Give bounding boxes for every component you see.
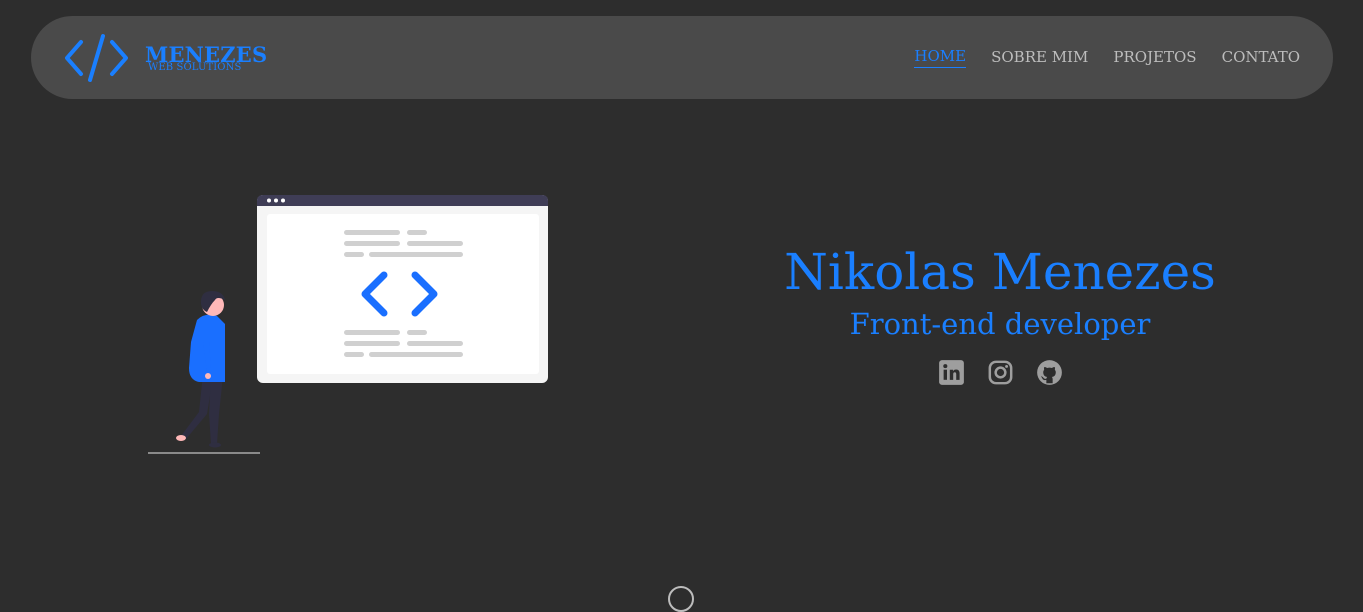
instagram-icon[interactable]: [987, 359, 1014, 386]
main-nav: HOME SOBRE MIM PROJETOS CONTATO: [889, 16, 1300, 99]
hero-illustration: [148, 195, 548, 454]
social-links: [700, 359, 1300, 386]
linkedin-icon[interactable]: [938, 359, 965, 386]
navbar: MENEZES WEB SOLUTIONS HOME SOBRE MIM PRO…: [31, 16, 1333, 99]
github-icon[interactable]: [1036, 359, 1063, 386]
browser-window-illustration: [257, 195, 548, 383]
nav-item-projetos[interactable]: PROJETOS: [1113, 48, 1196, 68]
code-brackets-icon: [65, 34, 128, 82]
brand-logo[interactable]: MENEZES WEB SOLUTIONS: [64, 33, 267, 83]
nav-item-sobre-mim[interactable]: SOBRE MIM: [991, 48, 1088, 68]
nav-item-home[interactable]: HOME: [914, 47, 967, 68]
hero-section: Nikolas Menezes Front-end developer: [700, 240, 1300, 386]
hero-name: Nikolas Menezes: [784, 243, 1216, 301]
person-illustration: [148, 291, 260, 454]
hero-role: Front-end developer: [849, 307, 1151, 341]
brand-subtitle: WEB SOLUTIONS: [148, 61, 242, 73]
nav-item-contato[interactable]: CONTATO: [1222, 48, 1300, 68]
